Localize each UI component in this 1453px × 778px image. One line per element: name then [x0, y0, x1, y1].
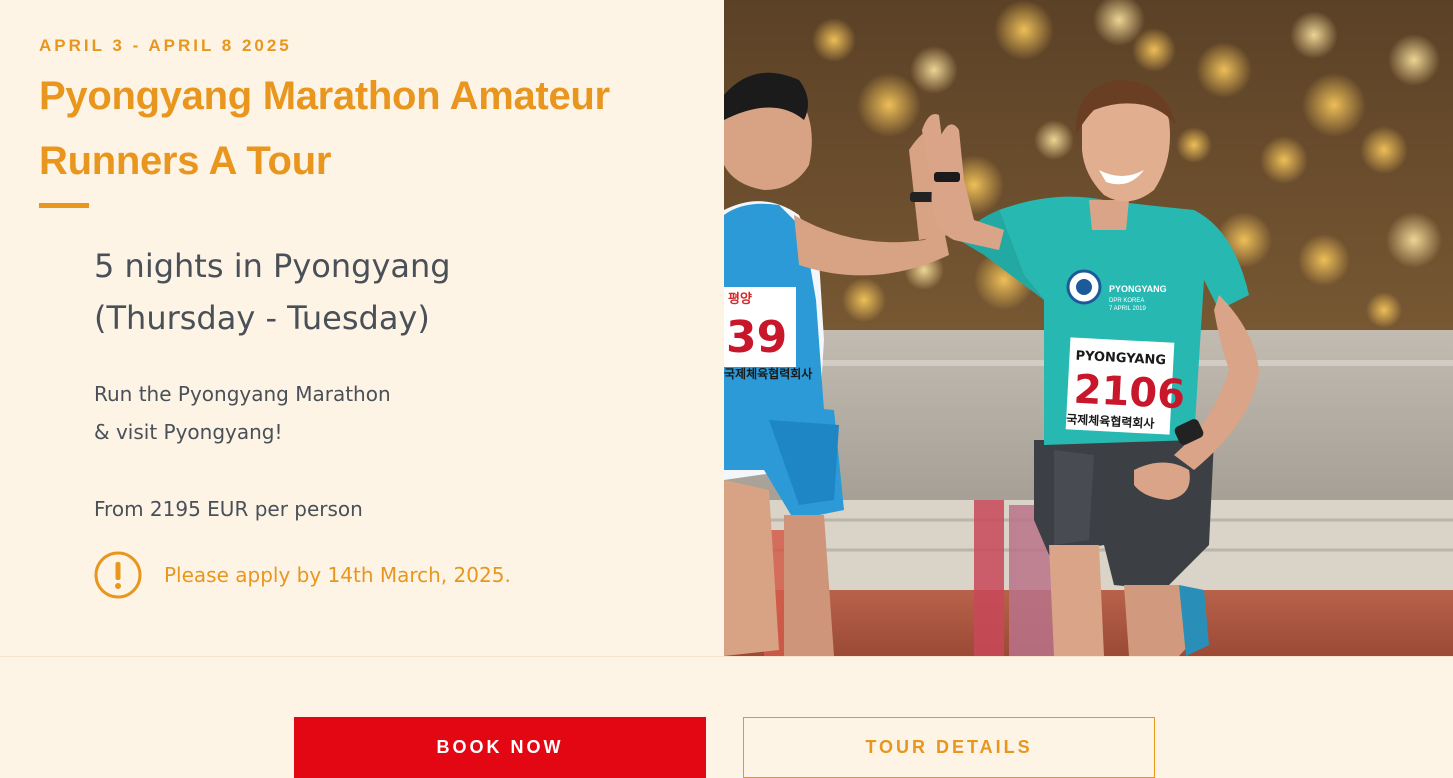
tour-title: Pyongyang Marathon Amateur Runners A Tou…: [39, 74, 610, 183]
runner-left-bib-number: 39: [726, 312, 787, 363]
tour-summary-panel: APRIL 3 - APRIL 8 2025 Pyongyang Maratho…: [0, 0, 724, 656]
application-deadline: Please apply by 14th March, 2025.: [94, 551, 511, 599]
deadline-text: Please apply by 14th March, 2025.: [164, 563, 511, 587]
tour-blurb: Run the Pyongyang Marathon & visit Pyong…: [94, 375, 391, 451]
shirt-text-3: 7 APRIL 2019: [1109, 306, 1146, 312]
tour-price: From 2195 EUR per person: [94, 497, 363, 521]
runner-left-bib-bottom: 국제체육협력회사: [724, 366, 812, 381]
hero-photo: 평양 39 국제체육협력회사 PYONGYANG DPR KOREA 7 APR…: [724, 0, 1453, 656]
shirt-text-2: DPR KOREA: [1109, 298, 1144, 304]
tour-blurb-line: & visit Pyongyang!: [94, 420, 283, 444]
tour-page: APRIL 3 - APRIL 8 2025 Pyongyang Maratho…: [0, 0, 1453, 778]
tour-duration-days: (Thursday - Tuesday): [94, 299, 430, 337]
section-divider: [0, 656, 1453, 657]
tour-duration: 5 nights in Pyongyang (Thursday - Tuesda…: [94, 240, 451, 344]
runner-right-bib-number: 2106: [1073, 367, 1187, 419]
tour-dates: APRIL 3 - APRIL 8 2025: [39, 36, 292, 55]
book-now-button[interactable]: BOOK NOW: [294, 717, 706, 778]
title-underline: [39, 203, 89, 208]
tour-details-button[interactable]: TOUR DETAILS: [743, 717, 1155, 778]
exclamation-circle-icon: [94, 551, 142, 599]
marathon-runners-photo: 평양 39 국제체육협력회사 PYONGYANG DPR KOREA 7 APR…: [724, 0, 1453, 656]
runner-left-bib-top: 평양: [728, 291, 752, 307]
tour-blurb-line: Run the Pyongyang Marathon: [94, 382, 391, 406]
shirt-text-1: PYONGYANG: [1109, 284, 1167, 294]
tour-duration-nights: 5 nights in Pyongyang: [94, 247, 451, 285]
